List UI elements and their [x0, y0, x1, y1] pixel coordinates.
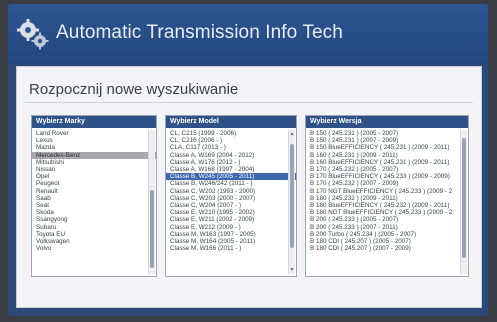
brand-option[interactable]: Nissan	[32, 166, 156, 173]
version-option[interactable]: B 150 BlueEFFICIENCY ( 245.231 ) (2009 -…	[306, 144, 468, 151]
brand-option[interactable]: Saab	[32, 195, 156, 202]
model-option[interactable]: Classe B, W246/242 (2011 - )	[166, 180, 296, 187]
search-panel: Rozpocznij nowe wyszukiwanie Wybierz Mar…	[16, 66, 482, 308]
version-options[interactable]: B 150 ( 245.231 ) (2005 - 2007) B 150 ( 2…	[306, 128, 468, 252]
brand-option[interactable]: Skoda	[32, 209, 156, 216]
model-option[interactable]: CL, C215 (1999 - 2006)	[166, 130, 296, 137]
brand-option[interactable]: Land Rover	[32, 130, 156, 137]
model-option[interactable]: Classe A, W168 (1997 - 2004)	[166, 166, 296, 173]
version-option[interactable]: B 180 NGT BlueEFFICIENCY ( 245.233 ) (20…	[306, 209, 468, 216]
brand-options[interactable]: Land Rover Lexus Mazda Mercedes-Benz Mitsubi…	[32, 128, 156, 252]
brand-list[interactable]: Wybierz Marky Land Rover Lexus Mazda Merced…	[31, 115, 157, 277]
scroll-up-icon[interactable]: ▲	[289, 131, 295, 137]
brand-scrollbar-thumb[interactable]	[150, 190, 154, 268]
app-window: Automatic Transmission Info Tech Rozpocz…	[8, 4, 488, 316]
brand-option[interactable]: Mercedes-Benz	[32, 151, 156, 159]
version-option[interactable]: B 180 BlueEFFICIENCY ( 245.232 ) (2009 -…	[306, 202, 468, 209]
brand-option[interactable]: Lexus	[32, 137, 156, 144]
model-option[interactable]: Classe E, W210 (1995 - 2002)	[166, 209, 296, 216]
model-list-header: Wybierz Model	[166, 116, 296, 128]
brand-scrollbar[interactable]	[148, 130, 155, 274]
app-title: Automatic Transmission Info Tech	[56, 22, 343, 43]
brand-list-header: Wybierz Marky	[32, 116, 156, 128]
model-option[interactable]: Classe C, W202 (1993 - 2000)	[166, 188, 296, 195]
version-option[interactable]: B 170 ( 245.232 ) (2007 - 2009)	[306, 180, 468, 187]
brand-option[interactable]: Renault	[32, 188, 156, 195]
scroll-down-icon[interactable]: ▼	[289, 267, 295, 273]
version-option[interactable]: B 170 NGT BlueEFFICIENCY ( 245.233 ) (20…	[306, 188, 468, 195]
model-option[interactable]: Classe A, W169 (2004 - 2012)	[166, 152, 296, 159]
version-list[interactable]: Wybierz Wersja B 150 ( 245.231 ) (2005 -…	[305, 115, 469, 277]
model-scrollbar-thumb[interactable]	[290, 144, 294, 248]
version-scrollbar[interactable]	[460, 130, 467, 274]
model-option[interactable]: CLA, C117 (2013 - )	[166, 144, 296, 151]
model-option[interactable]: CL, C216 (2006 - )	[166, 137, 296, 144]
brand-option[interactable]: Ssangyong	[32, 216, 156, 223]
model-option[interactable]: Classe M, W166 (2011 - )	[166, 245, 296, 252]
version-option[interactable]: B 150 ( 245.231 ) (2007 - 2009)	[306, 137, 468, 144]
version-option[interactable]: B 200 ( 245.233 ) (2005 - 2007)	[306, 216, 468, 223]
version-option[interactable]: B 160 ( 245.231 ) (2009 - 2011)	[306, 152, 468, 159]
model-list[interactable]: Wybierz Model CL, C215 (1999 - 2006) CL, …	[165, 115, 297, 277]
version-scrollbar-thumb[interactable]	[462, 138, 466, 258]
divider	[25, 102, 473, 103]
model-option[interactable]: Classe E, W211 (2002 - 2009)	[166, 216, 296, 223]
brand-option[interactable]: Mazda	[32, 144, 156, 151]
brand-option[interactable]: Subaru	[32, 224, 156, 231]
model-option[interactable]: Classe M, W164 (2005 - 2011)	[166, 238, 296, 245]
gears-icon	[17, 19, 49, 50]
version-option[interactable]: B 180 ( 245.232 ) (2009 - 2011)	[306, 195, 468, 202]
model-option[interactable]: Classe E, W212 (2009 - )	[166, 224, 296, 231]
version-option[interactable]: B 180 CDI ( 245.207 ) (2005 - 2007)	[306, 238, 468, 245]
search-heading: Rozpocznij nowe wyszukiwanie	[29, 81, 239, 98]
model-option[interactable]: Classe C, W204 (2007 - )	[166, 202, 296, 209]
model-option[interactable]: Classe C, W203 (2000 - 2007)	[166, 195, 296, 202]
brand-option[interactable]: Seat	[32, 202, 156, 209]
version-option[interactable]: B 180 CDI ( 245.207 ) (2007 - 2009)	[306, 245, 468, 252]
version-option[interactable]: B 150 ( 245.231 ) (2005 - 2007)	[306, 130, 468, 137]
version-option[interactable]: B 170 ( 245.232 ) (2005 - 2007)	[306, 166, 468, 173]
brand-option[interactable]: Mitsubishi	[32, 159, 156, 166]
brand-option[interactable]: Volvo	[32, 245, 156, 252]
brand-option[interactable]: Toyota EU	[32, 231, 156, 238]
model-option[interactable]: Classe A, W176 (2012 - )	[166, 159, 296, 166]
app-header: Automatic Transmission Info Tech	[8, 4, 488, 64]
version-list-header: Wybierz Wersja	[306, 116, 468, 128]
model-scrollbar[interactable]: ▲ ▼	[288, 130, 295, 274]
version-option[interactable]: B 160 BlueEFFICIENCY ( 245.231 ) (2009 -…	[306, 159, 468, 166]
version-option[interactable]: B 170 BlueEFFICIENCY ( 245.233 ) (2009 -…	[306, 173, 468, 180]
version-option[interactable]: B 200 ( 245.233 ) (2007 - 2011)	[306, 224, 468, 231]
brand-option[interactable]: Volkswagen	[32, 238, 156, 245]
model-option[interactable]: Classe M, W163 (1997 - 2005)	[166, 231, 296, 238]
model-options[interactable]: CL, C215 (1999 - 2006) CL, C216 (2006 - )…	[166, 128, 296, 252]
version-option[interactable]: B 200 Turbo ( 245.234 ) (2005 - 2007)	[306, 231, 468, 238]
model-option[interactable]: Classe B, W245 (2005 - 2011)	[166, 173, 296, 181]
brand-option[interactable]: Peugeot	[32, 180, 156, 187]
brand-option[interactable]: Opel	[32, 173, 156, 180]
